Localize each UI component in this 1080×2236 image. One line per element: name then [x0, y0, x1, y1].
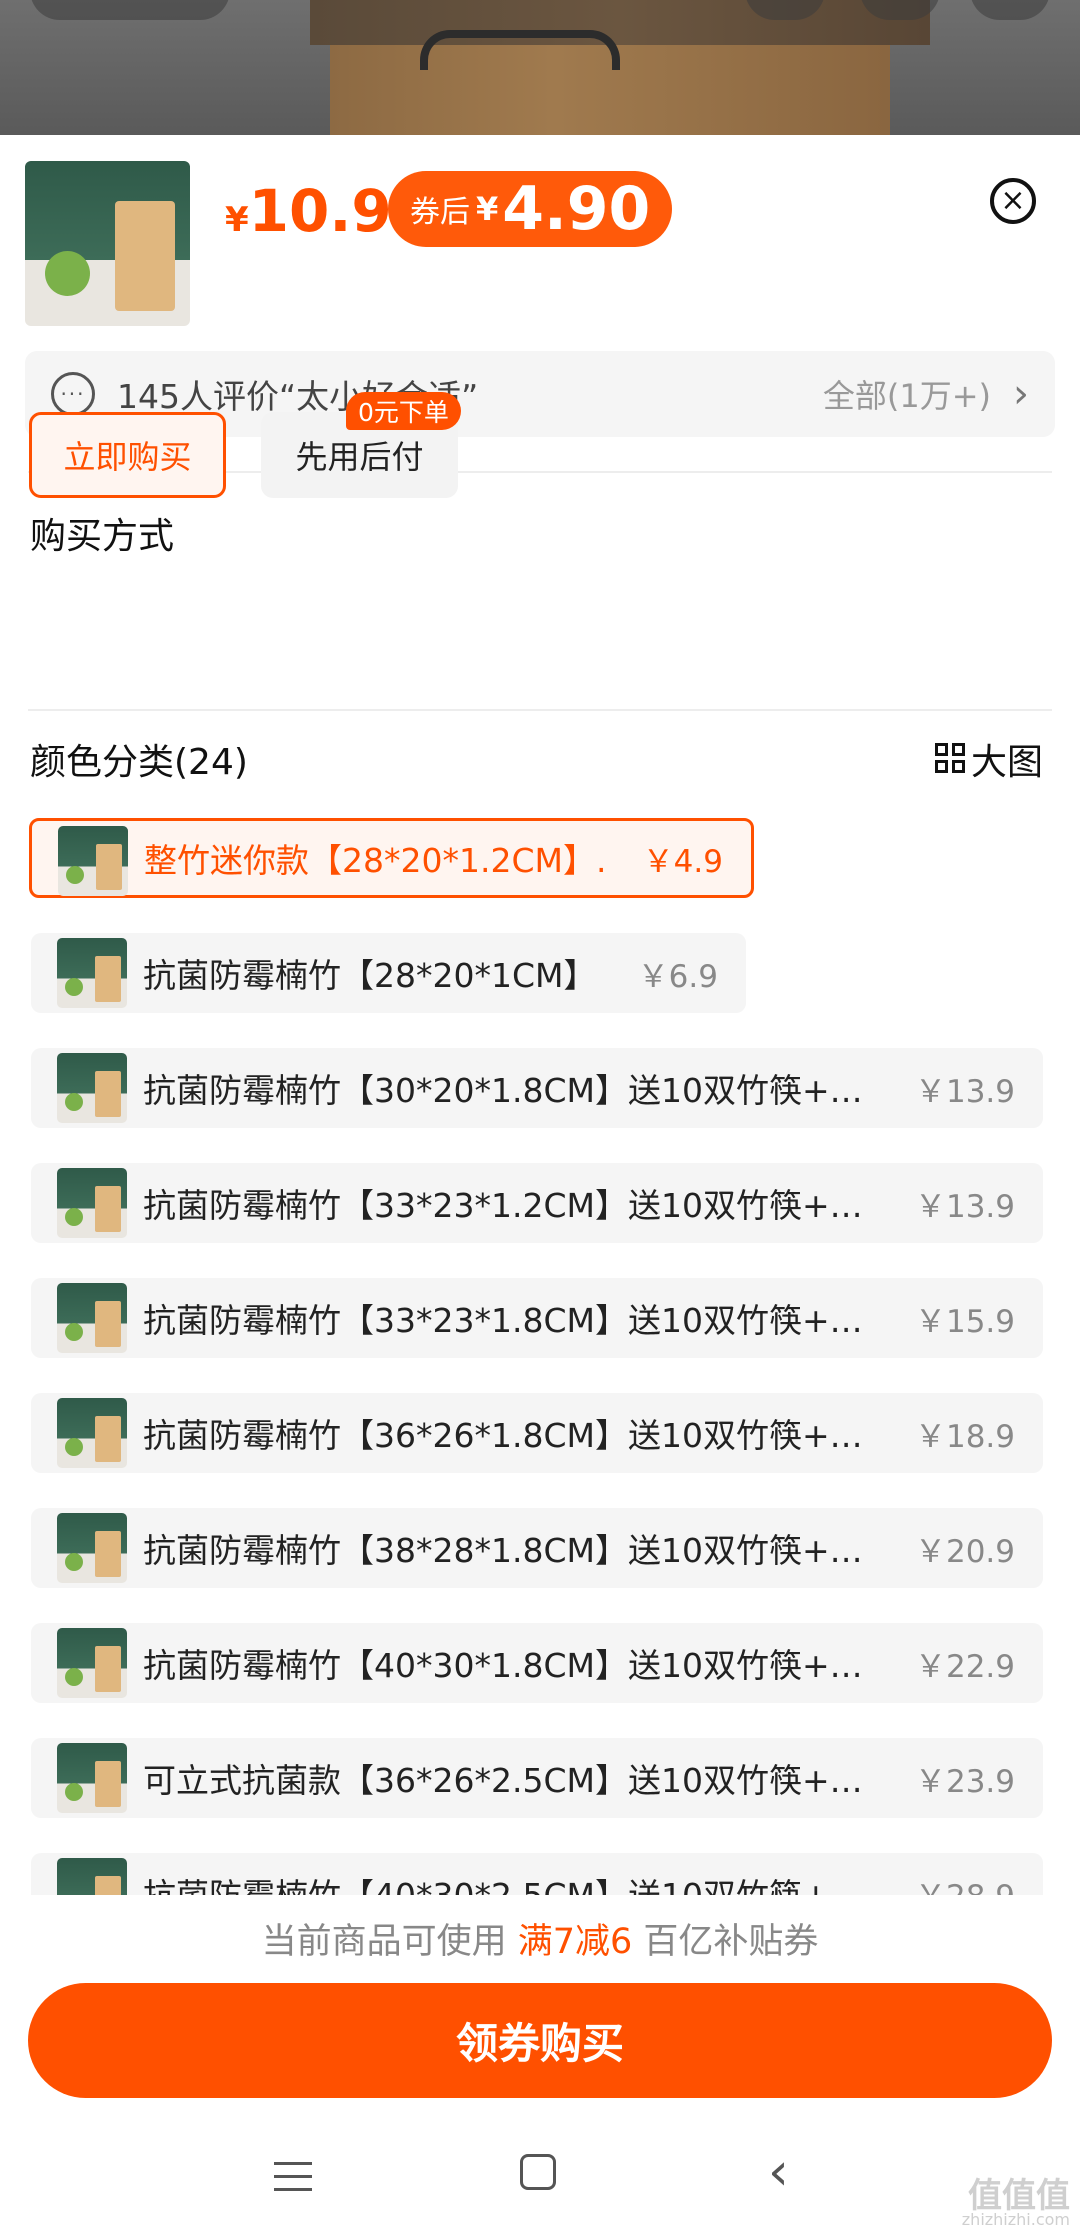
variant-name: 抗菌防霉楠竹【28*20*1CM】 — [143, 956, 597, 995]
purchase-method-title: 购买方式 — [30, 516, 175, 557]
watermark-url: zhizhizhi.com — [961, 2210, 1070, 2229]
close-button[interactable]: × — [990, 178, 1036, 224]
more-button-overlay[interactable] — [970, 0, 1050, 20]
product-image-background — [0, 0, 1080, 135]
variant-name: 抗菌防霉楠竹【33*23*1.8CM】送10双竹筷+… — [143, 1301, 863, 1340]
variant-option[interactable]: 抗菌防霉楠竹【33*23*1.8CM】送10双竹筷+… ￥15.9 — [31, 1278, 1043, 1358]
variant-thumbnail — [57, 1168, 127, 1238]
variant-option[interactable]: 整竹迷你款【28*20*1.2CM】. ￥4.9 — [29, 818, 754, 898]
review-text: 145人评价“太小好合适” — [117, 377, 479, 416]
variant-name: 整竹迷你款【28*20*1.2CM】. — [144, 841, 607, 880]
system-nav-bar: ‹ — [0, 2112, 1080, 2236]
claim-coupon-buy-button[interactable]: 领券购买 — [28, 1983, 1052, 2098]
product-thumbnail[interactable] — [25, 161, 190, 326]
cutting-board-image — [310, 0, 930, 45]
back-button-overlay[interactable] — [30, 0, 230, 20]
chevron-right-icon: › — [1013, 371, 1029, 417]
variant-thumbnail — [57, 938, 127, 1008]
review-all-link[interactable]: 全部(1万+) — [823, 371, 991, 417]
divider — [28, 709, 1052, 711]
close-icon: × — [1000, 183, 1026, 218]
variant-option[interactable]: 抗菌防霉楠竹【28*20*1CM】 ￥6.9 — [31, 933, 746, 1013]
variant-option[interactable]: 抗菌防霉楠竹【36*26*1.8CM】送10双竹筷+… ￥18.9 — [31, 1393, 1043, 1473]
price-value: 10.9 — [248, 177, 392, 245]
variant-price: ￥6.9 — [637, 958, 718, 995]
coupon-label: 券后 — [410, 195, 470, 230]
variant-thumbnail — [57, 1743, 127, 1813]
variant-option[interactable]: 抗菌防霉楠竹【38*28*1.8CM】送10双竹筷+… ￥20.9 — [31, 1508, 1043, 1588]
variant-name: 可立式抗菌款【36*26*2.5CM】送10双竹筷+… — [143, 1761, 863, 1800]
back-icon[interactable]: ‹ — [768, 2142, 789, 2202]
original-price: ¥10.9 — [225, 177, 392, 245]
zero-down-badge: 0元下单 — [346, 392, 461, 430]
variant-thumbnail — [57, 1283, 127, 1353]
variant-name: 抗菌防霉楠竹【36*26*1.8CM】送10双竹筷+… — [143, 1416, 863, 1455]
variant-option[interactable]: 抗菌防霉楠竹【40*30*1.8CM】送10双竹筷+… ￥22.9 — [31, 1623, 1043, 1703]
recent-apps-icon[interactable] — [274, 2162, 312, 2201]
variant-price: ￥20.9 — [914, 1533, 1015, 1570]
variant-thumbnail — [57, 1398, 127, 1468]
variant-option[interactable]: 抗菌防霉楠竹【33*23*1.2CM】送10双竹筷+… ￥13.9 — [31, 1163, 1043, 1243]
variant-option[interactable]: 抗菌防霉楠竹【30*20*1.8CM】送10双竹筷+… ￥13.9 — [31, 1048, 1043, 1128]
variant-option[interactable]: 可立式抗菌款【36*26*2.5CM】送10双竹筷+… ￥23.9 — [31, 1738, 1043, 1818]
variant-price: ￥15.9 — [914, 1303, 1015, 1340]
variant-price: ￥18.9 — [914, 1418, 1015, 1455]
home-icon[interactable] — [520, 2154, 556, 2190]
coupon-highlight: 满7减6 — [517, 1922, 633, 1962]
variant-thumbnail — [57, 1513, 127, 1583]
sku-selection-sheet: ¥10.9 券后 ¥ 4.90 × ··· 145人评价“太小好合适” 全部(1… — [0, 135, 1080, 2236]
buy-now-option[interactable]: 立即购买 — [29, 412, 226, 498]
variant-name: 抗菌防霉楠竹【33*23*1.2CM】送10双竹筷+… — [143, 1186, 863, 1225]
grid-icon — [935, 743, 967, 775]
variant-thumbnail — [57, 1053, 127, 1123]
variant-thumbnail — [58, 826, 128, 896]
variant-price: ￥4.9 — [642, 843, 723, 880]
variant-price: ￥13.9 — [914, 1188, 1015, 1225]
board-handle-image — [420, 30, 620, 70]
variant-name: 抗菌防霉楠竹【38*28*1.8CM】送10双竹筷+… — [143, 1531, 863, 1570]
variant-thumbnail — [57, 1628, 127, 1698]
comment-icon: ··· — [51, 372, 95, 416]
variant-price: ￥23.9 — [914, 1763, 1015, 1800]
variant-name: 抗菌防霉楠竹【40*30*1.8CM】送10双竹筷+… — [143, 1646, 863, 1685]
variant-price: ￥22.9 — [914, 1648, 1015, 1685]
variant-price: ￥13.9 — [914, 1073, 1015, 1110]
color-category-title: 颜色分类(24) — [30, 742, 248, 783]
variant-name: 抗菌防霉楠竹【30*20*1.8CM】送10双竹筷+… — [143, 1071, 863, 1110]
big-image-toggle[interactable]: 大图 — [935, 733, 1043, 785]
coupon-price-badge: 券后 ¥ 4.90 — [388, 171, 673, 247]
coupon-price: 4.90 — [502, 174, 651, 244]
coupon-hint: 当前商品可使用 满7减6 百亿补贴券 — [261, 1922, 819, 1962]
